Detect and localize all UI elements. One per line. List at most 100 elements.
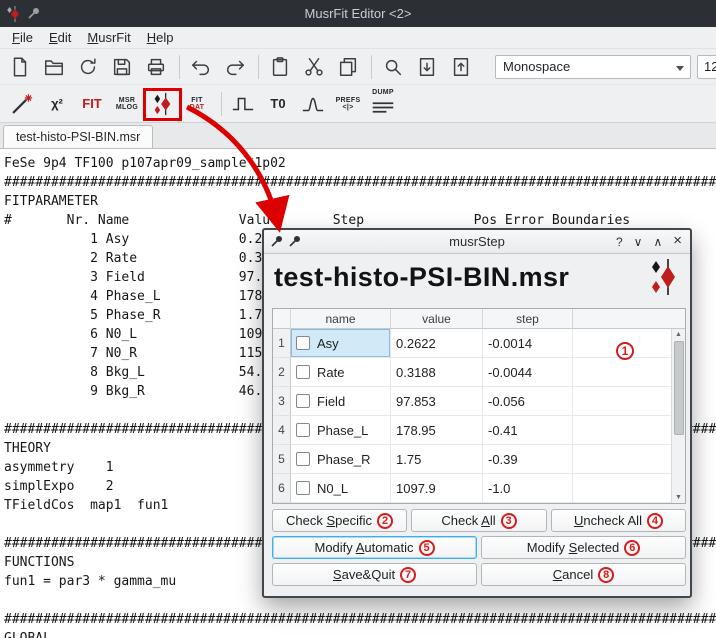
musr-t0-button[interactable]: T0 — [262, 89, 294, 119]
column-header-name[interactable]: name — [291, 309, 391, 329]
pin-icon[interactable] — [270, 235, 283, 248]
musrfit-fit-button[interactable]: FIT — [76, 89, 108, 119]
cell-name[interactable]: Asy — [291, 329, 391, 358]
reload-icon — [77, 56, 99, 78]
close-button[interactable]: × — [673, 235, 682, 249]
menu-edit[interactable]: Edit — [41, 28, 79, 47]
row-number: 1 — [273, 329, 291, 358]
musrfit-chisq-button[interactable]: χ² — [41, 89, 73, 119]
cell-value[interactable]: 1097.9 — [391, 474, 483, 503]
copy-icon — [337, 56, 359, 78]
cell-step[interactable]: -1.0 — [483, 474, 573, 503]
dat-label: DAT — [190, 104, 205, 111]
row-checkbox[interactable] — [296, 394, 310, 408]
cell-value[interactable]: 97.853 — [391, 387, 483, 416]
cell-step[interactable]: -0.41 — [483, 416, 573, 445]
toolbar-separator — [258, 55, 259, 79]
musr-ft-button[interactable] — [297, 89, 329, 119]
scrollbar-thumb[interactable] — [674, 341, 684, 435]
musr-wizard-button[interactable] — [6, 89, 38, 119]
undo-button[interactable] — [185, 52, 217, 82]
check-all-button[interactable]: Check All 3 — [411, 509, 547, 532]
cell-value[interactable]: 0.3188 — [391, 358, 483, 387]
swap-msr-mlog-button[interactable]: MSR MLOG — [111, 89, 143, 119]
musr-prefs-button[interactable]: PREFS <|> — [332, 89, 364, 119]
column-header-step[interactable]: step — [483, 309, 573, 329]
save-quit-button[interactable]: Save&Quit 7 — [272, 563, 477, 586]
row-checkbox[interactable] — [296, 336, 310, 350]
pin-icon[interactable] — [288, 235, 301, 248]
musr-dump-button[interactable]: DUMP — [367, 89, 399, 119]
help-button[interactable]: ? — [616, 235, 623, 249]
table-scrollbar[interactable]: ▲ ▼ — [671, 329, 685, 503]
menu-file[interactable]: File — [4, 28, 41, 47]
table-row: 2 Rate 0.3188 -0.0044 — [273, 358, 685, 387]
row-number: 2 — [273, 358, 291, 387]
font-family-combobox[interactable]: Monospace — [495, 55, 691, 79]
copy-button[interactable] — [332, 52, 364, 82]
new-document-button[interactable] — [4, 52, 36, 82]
cell-step[interactable]: -0.39 — [483, 445, 573, 474]
tab-msr-file[interactable]: test-histo-PSI-BIN.msr — [3, 125, 153, 148]
row-checkbox[interactable] — [296, 452, 310, 466]
find-next-button[interactable] — [411, 52, 443, 82]
cell-empty — [573, 416, 685, 445]
column-header-value[interactable]: value — [391, 309, 483, 329]
cell-value[interactable]: 178.95 — [391, 416, 483, 445]
annotation-circle-1: 1 — [616, 342, 634, 360]
musrfit-editor-window: MusrFit Editor <2> File Edit MusrFit Hel… — [0, 0, 716, 638]
pin-icon[interactable] — [27, 7, 40, 20]
dump-icon — [371, 96, 395, 119]
cell-name[interactable]: Phase_L — [291, 416, 391, 445]
uncheck-all-button[interactable]: Uncheck All 4 — [551, 509, 686, 532]
cell-name[interactable]: Field — [291, 387, 391, 416]
unshade-button[interactable]: ∧ — [653, 235, 662, 249]
search-icon — [382, 56, 404, 78]
cell-value[interactable]: 0.2622 — [391, 329, 483, 358]
cell-empty — [573, 474, 685, 503]
print-button[interactable] — [140, 52, 172, 82]
cell-step[interactable]: -0.056 — [483, 387, 573, 416]
table-row: 4 Phase_L 178.95 -0.41 — [273, 416, 685, 445]
check-specific-button[interactable]: Check Specific 2 — [272, 509, 407, 532]
cell-name[interactable]: Phase_R — [291, 445, 391, 474]
paste-icon — [269, 56, 291, 78]
menu-help[interactable]: Help — [139, 28, 182, 47]
window-titlebar[interactable]: MusrFit Editor <2> — [0, 0, 716, 27]
cancel-button[interactable]: Cancel 8 — [481, 563, 686, 586]
search-button[interactable] — [377, 52, 409, 82]
tabbar: test-histo-PSI-BIN.msr — [0, 123, 716, 149]
cell-step[interactable]: -0.0014 — [483, 329, 573, 358]
font-size-spinbox[interactable]: 12 — [697, 55, 716, 79]
mlog-label: MLOG — [116, 104, 138, 111]
dialog-titlebar[interactable]: musrStep ? ∨ ∧ × — [264, 230, 690, 254]
find-prev-button[interactable] — [445, 52, 477, 82]
row-checkbox[interactable] — [296, 423, 310, 437]
cell-name[interactable]: N0_L — [291, 474, 391, 503]
cell-name[interactable]: Rate — [291, 358, 391, 387]
musr-view-button[interactable] — [227, 89, 259, 119]
open-file-button[interactable] — [38, 52, 70, 82]
cell-empty — [573, 387, 685, 416]
cell-value[interactable]: 1.75 — [391, 445, 483, 474]
table-header: name value step — [273, 309, 685, 329]
paste-button[interactable] — [264, 52, 296, 82]
reload-button[interactable] — [72, 52, 104, 82]
print-icon — [145, 56, 167, 78]
row-checkbox[interactable] — [296, 365, 310, 379]
prefs-sub-label: <|> — [342, 104, 353, 111]
redo-button[interactable] — [219, 52, 251, 82]
shade-button[interactable]: ∨ — [634, 235, 643, 249]
scroll-up-icon[interactable]: ▲ — [675, 329, 682, 340]
cell-step[interactable]: -0.0044 — [483, 358, 573, 387]
modify-automatic-button[interactable]: Modify Automatic 5 — [272, 536, 477, 559]
annotation-circle-5: 5 — [419, 540, 435, 556]
msr2data-button[interactable]: FIT DAT — [181, 89, 213, 119]
menu-musrfit[interactable]: MusrFit — [79, 28, 138, 47]
table-row: 5 Phase_R 1.75 -0.39 — [273, 445, 685, 474]
row-checkbox[interactable] — [296, 481, 310, 495]
modify-selected-button[interactable]: Modify Selected 6 — [481, 536, 686, 559]
save-button[interactable] — [106, 52, 138, 82]
cut-button[interactable] — [298, 52, 330, 82]
scroll-down-icon[interactable]: ▼ — [675, 492, 682, 503]
